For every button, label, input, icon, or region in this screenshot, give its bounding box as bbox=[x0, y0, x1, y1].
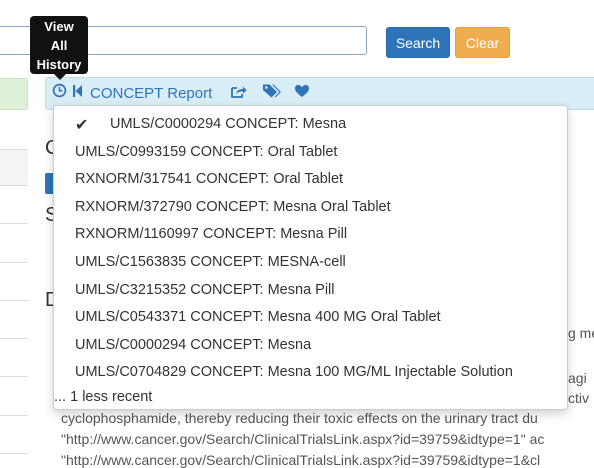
tags-icon[interactable] bbox=[262, 83, 282, 104]
history-item[interactable]: UMLS/C3215352 CONCEPT: Mesna Pill bbox=[75, 279, 335, 301]
row-divider bbox=[0, 376, 28, 377]
toolbar-title: CONCEPT Report bbox=[90, 85, 213, 102]
tooltip-line: View bbox=[44, 19, 74, 34]
row-divider bbox=[0, 338, 28, 339]
row-divider bbox=[0, 262, 28, 263]
history-item[interactable]: UMLS/C0000294 CONCEPT: Mesna bbox=[75, 334, 311, 356]
search-button[interactable]: Search bbox=[386, 27, 450, 58]
description-text: g me bbox=[568, 325, 594, 341]
history-item[interactable]: UMLS/C0000294 CONCEPT: Mesna bbox=[110, 113, 346, 135]
row-divider bbox=[0, 185, 28, 186]
history-more-link[interactable]: ... 1 less recent bbox=[54, 386, 152, 408]
tooltip-line: All bbox=[50, 38, 68, 53]
description-link[interactable]: "http://www.cancer.gov/Search/ClinicalTr… bbox=[61, 452, 540, 468]
history-item[interactable]: UMLS/C0993159 CONCEPT: Oral Tablet bbox=[75, 141, 337, 163]
share-icon[interactable] bbox=[230, 84, 247, 104]
left-row-shade bbox=[0, 150, 28, 185]
row-divider bbox=[0, 453, 28, 454]
history-item[interactable]: RXNORM/317541 CONCEPT: Oral Tablet bbox=[75, 168, 343, 190]
heart-icon[interactable] bbox=[294, 84, 310, 103]
history-item[interactable]: RXNORM/372790 CONCEPT: Mesna Oral Tablet bbox=[75, 196, 391, 218]
row-divider bbox=[0, 149, 28, 150]
description-text: cyclophosphamide, thereby reducing their… bbox=[61, 410, 538, 426]
history-item[interactable]: UMLS/C0543371 CONCEPT: Mesna 400 MG Oral… bbox=[75, 306, 441, 328]
description-text: ctiv bbox=[568, 390, 589, 406]
step-backward-icon[interactable] bbox=[72, 84, 83, 103]
row-divider bbox=[0, 415, 28, 416]
tooltip-arrow bbox=[54, 74, 66, 80]
history-dropdown: ✔ UMLS/C0000294 CONCEPT: Mesna UMLS/C099… bbox=[53, 105, 568, 410]
view-all-history-tooltip: View All History bbox=[30, 16, 88, 74]
history-item[interactable]: RXNORM/1160997 CONCEPT: Mesna Pill bbox=[75, 223, 347, 245]
history-item[interactable]: UMLS/C1563835 CONCEPT: MESNA-cell bbox=[75, 251, 346, 273]
history-item[interactable]: UMLS/C0704829 CONCEPT: Mesna 100 MG/ML I… bbox=[75, 361, 513, 383]
tooltip-line: History bbox=[36, 57, 82, 72]
row-divider bbox=[0, 223, 28, 224]
status-panel bbox=[0, 78, 28, 110]
clear-button[interactable]: Clear bbox=[455, 27, 510, 58]
history-clock-icon[interactable] bbox=[52, 83, 67, 103]
checkmark-icon: ✔ bbox=[75, 117, 89, 134]
description-link[interactable]: "http://www.cancer.gov/Search/ClinicalTr… bbox=[61, 431, 544, 447]
description-text: agi bbox=[568, 370, 587, 386]
row-divider bbox=[0, 300, 28, 301]
